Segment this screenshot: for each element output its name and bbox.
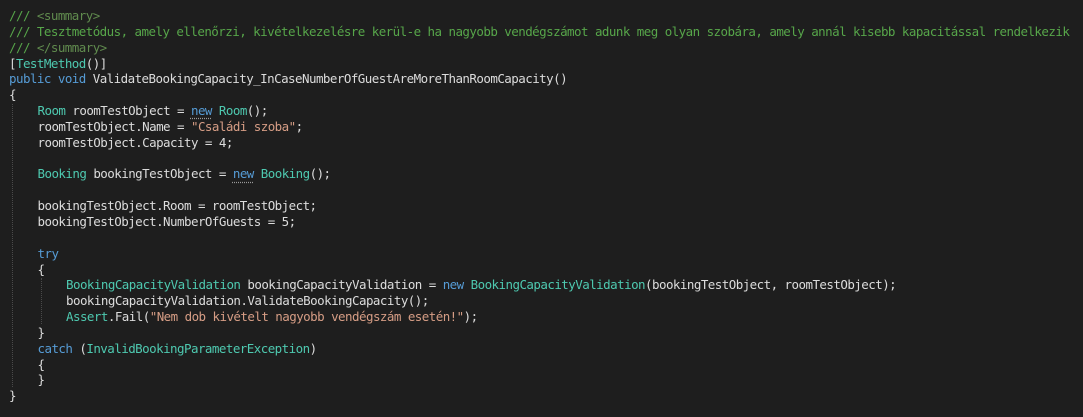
code-token-default-text: (bookingTestObject, roomTestObject); — [645, 277, 897, 293]
code-token-default-text — [464, 277, 471, 292]
code-token-string: "Családi szoba" — [190, 118, 296, 134]
code-line[interactable]: [TestMethod()] — [9, 56, 1069, 72]
code-line[interactable]: Room roomTestObject = new Room(); — [9, 103, 1069, 119]
code-token-type: Booking — [37, 166, 87, 182]
code-token-default-text: ) — [309, 340, 318, 356]
code-token-type: BookingCapacityValidation — [66, 277, 241, 293]
code-token-default-text: roomTestObject.Name = — [37, 118, 191, 134]
code-token-default-text: } — [9, 388, 17, 404]
code-line[interactable]: BookingCapacityValidation bookingCapacit… — [9, 277, 1069, 293]
code-line[interactable]: roomTestObject.Capacity = 4; — [9, 135, 1069, 151]
code-token-default-text — [254, 166, 261, 181]
code-line[interactable]: } — [9, 388, 1069, 404]
code-token-type: Room — [37, 103, 66, 119]
code-token-keyword: new — [190, 103, 212, 119]
code-line[interactable]: /// <summary> — [9, 8, 1069, 24]
code-line[interactable]: { — [9, 262, 1069, 278]
code-token-xml-doc-tag: </summary> — [36, 39, 107, 55]
code-line[interactable]: { — [9, 357, 1069, 373]
code-line[interactable]: try — [9, 246, 1069, 262]
code-token-default-text — [51, 71, 58, 86]
code-line[interactable]: catch (InvalidBookingParameterException) — [9, 341, 1069, 357]
code-token-default-text: } — [37, 324, 46, 340]
code-token-default-text: bookingTestObject = — [86, 166, 233, 182]
code-line[interactable]: bookingTestObject.NumberOfGuests = 5; — [9, 214, 1069, 230]
code-token-default-text: bookingTestObject.NumberOfGuests = 5; — [37, 213, 297, 229]
code-token-comment: /// Tesztmetódus, amely ellenőrzi, kivét… — [9, 23, 1070, 39]
code-token-default-text: } — [37, 372, 46, 388]
code-token-default-text: (); — [309, 166, 331, 182]
code-token-keyword: catch — [37, 340, 73, 356]
code-line[interactable]: } — [9, 325, 1069, 341]
code-token-type: TestMethod — [15, 55, 86, 71]
code-line[interactable]: public void ValidateBookingCapacity_InCa… — [9, 71, 1069, 87]
code-token-keyword: void — [57, 71, 86, 87]
code-editor[interactable]: /// <summary>/// Tesztmetódus, amely ell… — [0, 0, 1083, 417]
code-token-xml-doc-tag: <summary> — [36, 8, 100, 23]
code-token-default-text: roomTestObject = — [65, 103, 191, 119]
code-token-keyword: try — [37, 245, 59, 261]
code-line[interactable]: Booking bookingTestObject = new Booking(… — [9, 166, 1069, 182]
code-token-default-text: ValidateBookingCapacity_InCaseNumberOfGu… — [85, 71, 568, 87]
code-token-default-text: bookingCapacityValidation = — [240, 277, 443, 293]
code-token-type: InvalidBookingParameterException — [86, 340, 310, 356]
code-token-default-text: bookingTestObject.Room = roomTestObject; — [37, 198, 318, 214]
code-token-keyword: new — [442, 277, 464, 293]
code-line[interactable]: bookingCapacityValidation.ValidateBookin… — [9, 293, 1069, 309]
code-line[interactable]: { — [9, 87, 1069, 103]
code-token-default-text: ()] — [85, 55, 107, 71]
code-line[interactable] — [9, 151, 1069, 167]
code-line[interactable]: bookingTestObject.Room = roomTestObject; — [9, 198, 1069, 214]
code-token-default-text — [212, 103, 219, 118]
code-token-default-text: (); — [246, 103, 268, 119]
code-line[interactable]: Assert.Fail("Nem dob kivételt nagyobb ve… — [9, 309, 1069, 325]
code-token-default-text: { — [9, 87, 17, 103]
code-token-default-text: { — [37, 261, 46, 277]
code-token-type: Booking — [260, 166, 310, 182]
code-token-string: "Nem dob kivételt nagyobb vendégszám ese… — [149, 309, 464, 325]
code-token-default-text: ( — [72, 340, 87, 356]
code-token-default-text: ); — [463, 309, 479, 325]
code-token-default-text: bookingCapacityValidation.ValidateBookin… — [66, 293, 429, 309]
code-line[interactable] — [9, 230, 1069, 246]
code-line[interactable]: /// Tesztmetódus, amely ellenőrzi, kivét… — [9, 23, 1070, 40]
code-line[interactable]: } — [9, 372, 1069, 388]
code-token-default-text: .Fail( — [107, 309, 150, 325]
code-lines[interactable]: /// <summary>/// Tesztmetódus, amely ell… — [9, 8, 1070, 404]
code-token-keyword: new — [232, 166, 254, 182]
code-line[interactable] — [9, 182, 1069, 198]
code-line[interactable]: /// </summary> — [9, 40, 1069, 56]
code-token-type: Assert — [66, 309, 108, 325]
code-token-keyword: public — [9, 71, 51, 87]
code-token-type: BookingCapacityValidation — [470, 277, 646, 293]
code-token-type: Room — [218, 103, 247, 119]
code-token-default-text: ; — [295, 118, 304, 134]
code-token-default-text: [ — [9, 55, 17, 71]
code-token-default-text: roomTestObject.Capacity = 4; — [37, 134, 234, 150]
code-line[interactable]: roomTestObject.Name = "Családi szoba"; — [9, 119, 1069, 135]
code-token-default-text: { — [37, 356, 46, 372]
code-token-comment: /// — [9, 39, 37, 55]
code-token-comment: /// — [9, 8, 37, 23]
